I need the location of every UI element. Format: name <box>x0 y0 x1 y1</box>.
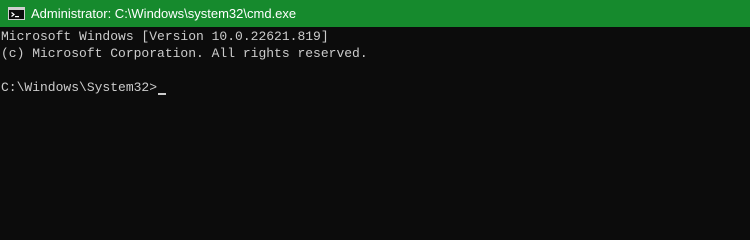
command-prompt: C:\Windows\System32> <box>1 80 158 95</box>
prompt-line[interactable]: C:\Windows\System32> <box>0 79 750 96</box>
window-title: Administrator: C:\Windows\system32\cmd.e… <box>31 6 297 21</box>
title-bar[interactable]: Administrator: C:\Windows\system32\cmd.e… <box>0 0 750 27</box>
cmd-window: Administrator: C:\Windows\system32\cmd.e… <box>0 0 750 216</box>
text-cursor <box>158 93 167 95</box>
console-line: (c) Microsoft Corporation. All rights re… <box>1 46 368 61</box>
cmd-icon <box>8 7 25 20</box>
console-line: Microsoft Windows [Version 10.0.22621.81… <box>1 29 329 44</box>
console-output[interactable]: Microsoft Windows [Version 10.0.22621.81… <box>0 28 750 216</box>
